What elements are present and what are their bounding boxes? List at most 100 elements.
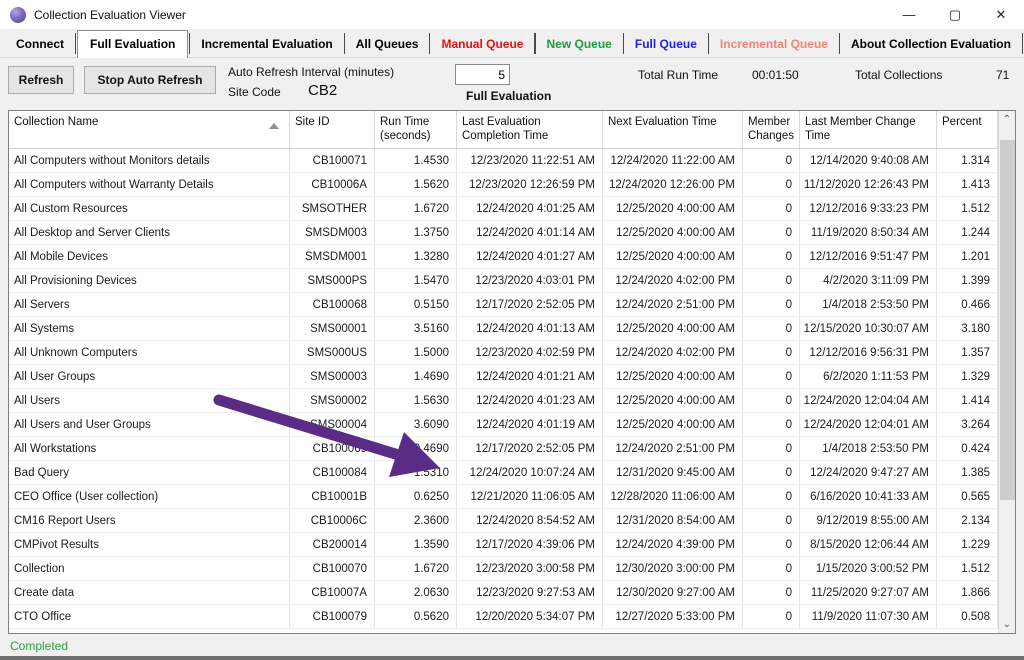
table-row[interactable]: CMPivot ResultsCB2000141.359012/17/2020 …: [9, 533, 998, 557]
table-row[interactable]: All Unknown ComputersSMS000US1.500012/23…: [9, 341, 998, 365]
cell-site-id: SMS00004: [290, 413, 375, 436]
status-text: Completed: [10, 639, 68, 653]
cell-member-changes: 0: [743, 221, 800, 244]
tab-incremental-queue[interactable]: Incremental Queue: [710, 32, 838, 57]
cell-percent: 1.512: [937, 197, 998, 220]
auto-refresh-interval-input[interactable]: [455, 64, 510, 85]
tab-separator: [344, 33, 345, 54]
cell-member-changes: 0: [743, 173, 800, 196]
column-header-member-changes[interactable]: Member Changes: [743, 111, 800, 148]
cell-run-time-seconds: 1.4690: [375, 365, 457, 388]
stop-auto-refresh-button[interactable]: Stop Auto Refresh: [84, 66, 216, 94]
cell-run-time-seconds: 2.3600: [375, 509, 457, 532]
cell-last-evaluation-completion-time: 12/24/2020 4:01:23 AM: [457, 389, 603, 412]
cell-percent: 0.466: [937, 293, 998, 316]
cell-next-evaluation-time: 12/25/2020 4:00:00 AM: [603, 197, 743, 220]
cell-next-evaluation-time: 12/31/2020 9:45:00 AM: [603, 461, 743, 484]
cell-last-member-change-time: 6/2/2020 1:11:53 PM: [800, 365, 937, 388]
tab-manual-queue[interactable]: Manual Queue: [431, 32, 533, 57]
maximize-button[interactable]: ▢: [932, 0, 978, 29]
total-run-time-value: 00:01:50: [752, 68, 799, 82]
cell-last-member-change-time: 1/4/2018 2:53:50 PM: [800, 437, 937, 460]
tab-incremental-evaluation[interactable]: Incremental Evaluation: [191, 32, 342, 57]
table-row[interactable]: CM16 Report UsersCB10006C2.360012/24/202…: [9, 509, 998, 533]
cell-site-id: CB100071: [290, 149, 375, 172]
table-row[interactable]: Create dataCB10007A2.063012/23/2020 9:27…: [9, 581, 998, 605]
column-header-last-member-change-time[interactable]: Last Member Change Time: [800, 111, 937, 148]
cell-percent: 1.413: [937, 173, 998, 196]
cell-collection-name: All Mobile Devices: [9, 245, 290, 268]
cell-last-evaluation-completion-time: 12/20/2020 5:34:07 PM: [457, 605, 603, 628]
cell-collection-name: Collection: [9, 557, 290, 580]
cell-percent: 0.424: [937, 437, 998, 460]
tab-new-queue[interactable]: New Queue: [537, 32, 622, 57]
cell-last-evaluation-completion-time: 12/23/2020 4:02:59 PM: [457, 341, 603, 364]
cell-last-evaluation-completion-time: 12/23/2020 11:22:51 AM: [457, 149, 603, 172]
column-header-run-time-seconds[interactable]: Run Time (seconds): [375, 111, 457, 148]
app-icon: [10, 7, 26, 23]
cell-site-id: CB100070: [290, 557, 375, 580]
table-row[interactable]: All Computers without Warranty DetailsCB…: [9, 173, 998, 197]
status-bar: Completed: [0, 636, 1024, 656]
cell-collection-name: CMPivot Results: [9, 533, 290, 556]
tab-separator: [75, 33, 76, 54]
cell-last-member-change-time: 6/16/2020 10:41:33 AM: [800, 485, 937, 508]
column-header-next-evaluation-time[interactable]: Next Evaluation Time: [603, 111, 743, 148]
cell-last-evaluation-completion-time: 12/24/2020 4:01:25 AM: [457, 197, 603, 220]
table-row[interactable]: All Provisioning DevicesSMS000PS1.547012…: [9, 269, 998, 293]
cell-last-member-change-time: 12/24/2020 12:04:04 AM: [800, 389, 937, 412]
cell-site-id: SMSOTHER: [290, 197, 375, 220]
scrollbar-track[interactable]: [999, 128, 1015, 616]
cell-last-evaluation-completion-time: 12/24/2020 8:54:52 AM: [457, 509, 603, 532]
scroll-down-icon[interactable]: ⌄: [999, 616, 1015, 633]
site-code-label: Site Code: [228, 85, 281, 99]
tab-connect[interactable]: Connect: [6, 32, 74, 57]
table-row[interactable]: All UsersSMS000021.563012/24/2020 4:01:2…: [9, 389, 998, 413]
table-row[interactable]: All SystemsSMS000013.516012/24/2020 4:01…: [9, 317, 998, 341]
cell-site-id: SMSDM003: [290, 221, 375, 244]
close-button[interactable]: ✕: [978, 0, 1024, 29]
column-header-label: Run Time (seconds): [380, 115, 450, 143]
table-row[interactable]: CEO Office (User collection)CB10001B0.62…: [9, 485, 998, 509]
table-row[interactable]: Bad QueryCB1000841.531012/24/2020 10:07:…: [9, 461, 998, 485]
vertical-scrollbar[interactable]: ⌃ ⌄: [998, 111, 1015, 633]
table-row[interactable]: All Desktop and Server ClientsSMSDM0031.…: [9, 221, 998, 245]
cell-percent: 3.264: [937, 413, 998, 436]
scroll-up-icon[interactable]: ⌃: [999, 111, 1015, 128]
refresh-button[interactable]: Refresh: [8, 66, 74, 94]
table-row[interactable]: All Custom ResourcesSMSOTHER1.672012/24/…: [9, 197, 998, 221]
cell-percent: 1.229: [937, 533, 998, 556]
cell-member-changes: 0: [743, 149, 800, 172]
cell-percent: 2.134: [937, 509, 998, 532]
cell-run-time-seconds: 3.6090: [375, 413, 457, 436]
column-header-percent[interactable]: Percent: [937, 111, 998, 148]
tab-bar: ConnectFull EvaluationIncremental Evalua…: [0, 29, 1024, 58]
cell-next-evaluation-time: 12/30/2020 3:00:00 PM: [603, 557, 743, 580]
auto-refresh-interval-label: Auto Refresh Interval (minutes): [228, 65, 394, 79]
cell-member-changes: 0: [743, 437, 800, 460]
cell-last-member-change-time: 12/12/2016 9:33:23 PM: [800, 197, 937, 220]
scrollbar-thumb[interactable]: [1000, 140, 1015, 500]
table-row[interactable]: All Computers without Monitors detailsCB…: [9, 149, 998, 173]
table-row[interactable]: All ServersCB1000680.515012/17/2020 2:52…: [9, 293, 998, 317]
cell-next-evaluation-time: 12/30/2020 9:27:00 AM: [603, 581, 743, 604]
column-header-collection-name[interactable]: Collection Name: [9, 111, 290, 148]
minimize-button[interactable]: —: [886, 0, 932, 29]
table-row[interactable]: CollectionCB1000701.672012/23/2020 3:00:…: [9, 557, 998, 581]
tab-about-collection-evaluation[interactable]: About Collection Evaluation: [841, 32, 1021, 57]
table-row[interactable]: CTO OfficeCB1000790.562012/20/2020 5:34:…: [9, 605, 998, 629]
tab-full-queue[interactable]: Full Queue: [625, 32, 707, 57]
table-row[interactable]: All Users and User GroupsSMS000043.60901…: [9, 413, 998, 437]
column-header-site-id[interactable]: Site ID: [290, 111, 375, 148]
tab-all-queues[interactable]: All Queues: [346, 32, 429, 57]
site-code-value: CB2: [308, 82, 337, 99]
tab-full-evaluation[interactable]: Full Evaluation: [77, 30, 188, 58]
cell-site-id: CB100069: [290, 437, 375, 460]
cell-percent: 1.201: [937, 245, 998, 268]
cell-next-evaluation-time: 12/24/2020 2:51:00 PM: [603, 437, 743, 460]
column-header-last-evaluation-completion-time[interactable]: Last Evaluation Completion Time: [457, 111, 603, 148]
cell-last-member-change-time: 9/12/2019 8:55:00 AM: [800, 509, 937, 532]
table-row[interactable]: All Mobile DevicesSMSDM0011.328012/24/20…: [9, 245, 998, 269]
table-row[interactable]: All User GroupsSMS000031.469012/24/2020 …: [9, 365, 998, 389]
table-row[interactable]: All WorkstationsCB1000690.469012/17/2020…: [9, 437, 998, 461]
